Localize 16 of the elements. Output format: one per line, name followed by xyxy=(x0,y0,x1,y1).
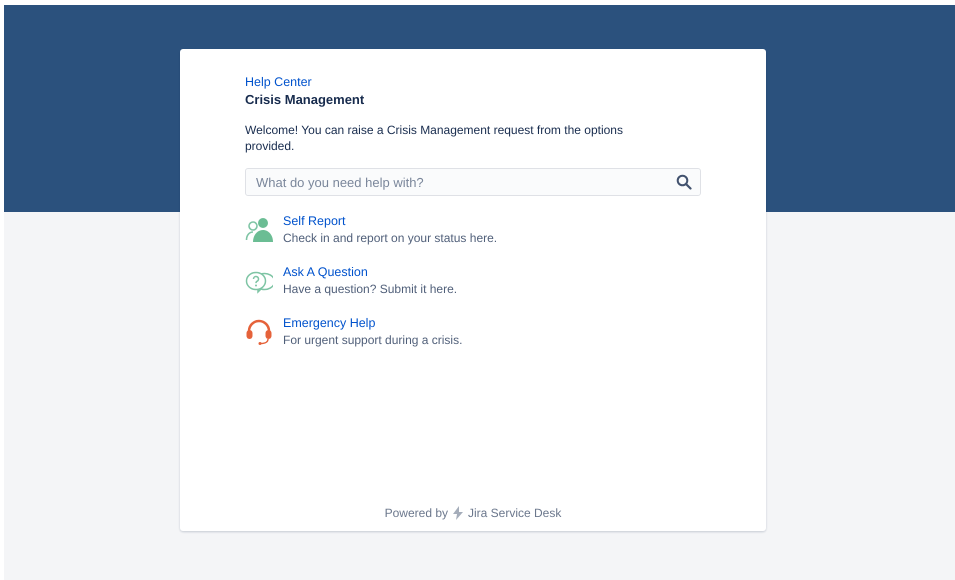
bolt-icon xyxy=(452,506,464,520)
request-type-link[interactable]: Emergency Help xyxy=(283,316,376,330)
portal-title: Crisis Management xyxy=(245,92,366,107)
request-type-description: For urgent support during a crisis. xyxy=(283,333,462,347)
jira-service-desk-link[interactable]: Jira Service Desk xyxy=(468,506,562,520)
request-type-link[interactable]: Self Report xyxy=(283,214,346,228)
headset-icon xyxy=(245,319,273,345)
search-field[interactable]: What do you need help with? xyxy=(245,168,701,196)
powered-by-text: Powered by xyxy=(384,506,448,520)
request-type-link[interactable]: Ask A Question xyxy=(283,265,368,279)
request-type-description: Check in and report on your status here. xyxy=(283,231,498,245)
request-type-description: Have a question? Submit it here. xyxy=(283,282,458,296)
help-center-link[interactable]: Help Center xyxy=(245,75,312,89)
people-icon xyxy=(245,217,273,243)
welcome-text: Welcome! You can raise a Crisis Management request from the options provided. xyxy=(245,122,624,154)
search-icon xyxy=(676,174,692,190)
